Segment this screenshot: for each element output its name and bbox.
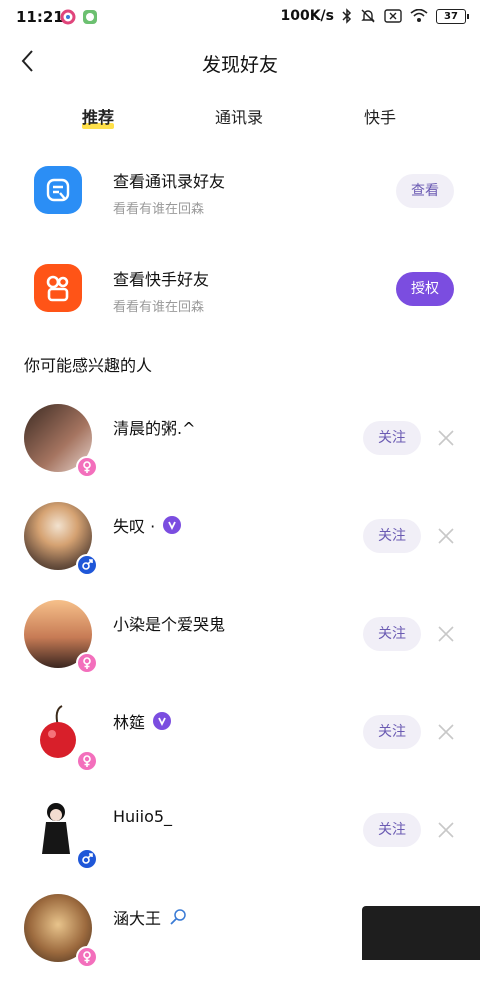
list-item[interactable]: 小染是个爱哭鬼 关注 bbox=[0, 596, 480, 694]
person-name: 清晨的粥.^ bbox=[113, 419, 196, 438]
female-gender-icon bbox=[76, 750, 98, 772]
dismiss-close-icon[interactable] bbox=[436, 624, 456, 644]
battery-icon: 37 bbox=[436, 8, 469, 24]
tab-kuaishou[interactable]: 快手 bbox=[364, 104, 396, 128]
female-gender-icon bbox=[76, 456, 98, 478]
person-name: 林筵 bbox=[113, 713, 146, 732]
kuaishou-friends-row[interactable]: 查看快手好友 看看有谁在回森 授权 bbox=[0, 258, 480, 324]
contacts-friends-title: 查看通讯录好友 bbox=[113, 172, 226, 191]
person-name: 涵大王 bbox=[113, 909, 162, 928]
kuaishou-friends-subtitle: 看看有谁在回森 bbox=[113, 300, 205, 315]
authorize-button[interactable]: 授权 bbox=[396, 272, 454, 306]
dismiss-close-icon[interactable] bbox=[436, 526, 456, 546]
list-item[interactable]: 林筵 关注 bbox=[0, 694, 480, 792]
list-item[interactable]: 清晨的粥.^ 关注 bbox=[0, 400, 480, 498]
wifi-icon bbox=[410, 9, 428, 22]
notification-app-icon-2 bbox=[83, 10, 97, 24]
section-title: 你可能感兴趣的人 bbox=[24, 356, 153, 375]
nav-bar: 发现好友 bbox=[0, 40, 480, 84]
person-name: 小染是个爱哭鬼 bbox=[113, 615, 226, 634]
floating-overlay bbox=[362, 906, 480, 960]
verified-badge-icon bbox=[163, 516, 182, 534]
contacts-friends-row[interactable]: 查看通讯录好友 看看有谁在回森 查看 bbox=[0, 160, 480, 226]
dismiss-close-icon[interactable] bbox=[436, 820, 456, 840]
dismiss-close-icon[interactable] bbox=[436, 428, 456, 448]
contacts-app-icon bbox=[34, 166, 82, 214]
sim-icon bbox=[384, 9, 402, 23]
bluetooth-icon bbox=[342, 8, 352, 24]
network-speed: 100K/s bbox=[280, 8, 334, 24]
verified-badge-icon bbox=[153, 712, 172, 730]
badminton-racket-icon bbox=[170, 909, 186, 925]
contacts-friends-subtitle: 看看有谁在回森 bbox=[113, 202, 205, 217]
male-gender-icon bbox=[76, 554, 98, 576]
follow-button[interactable]: 关注 bbox=[363, 813, 421, 847]
tab-contacts[interactable]: 通讯录 bbox=[215, 104, 263, 128]
dismiss-close-icon[interactable] bbox=[436, 722, 456, 742]
follow-button[interactable]: 关注 bbox=[363, 617, 421, 651]
kuaishou-friends-title: 查看快手好友 bbox=[113, 270, 210, 289]
tab-bar: 推荐 通讯录 快手 bbox=[0, 100, 480, 134]
male-gender-icon bbox=[76, 848, 98, 870]
follow-button[interactable]: 关注 bbox=[363, 421, 421, 455]
mute-icon bbox=[361, 9, 375, 23]
view-contacts-button[interactable]: 查看 bbox=[396, 174, 454, 208]
follow-button[interactable]: 关注 bbox=[363, 715, 421, 749]
list-item[interactable]: 失叹 · 关注 bbox=[0, 498, 480, 596]
tab-recommend[interactable]: 推荐 bbox=[82, 104, 115, 129]
list-item[interactable]: Huiio5_ 关注 bbox=[0, 792, 480, 890]
person-name: 失叹 · bbox=[113, 517, 156, 536]
kuaishou-app-icon bbox=[34, 264, 82, 312]
status-time: 11:21 bbox=[16, 8, 64, 26]
notification-app-icon bbox=[60, 9, 76, 25]
female-gender-icon bbox=[76, 652, 98, 674]
female-gender-icon bbox=[76, 946, 98, 968]
page-title: 发现好友 bbox=[201, 54, 278, 76]
status-bar: 11:21 100K/s 37 bbox=[0, 0, 480, 34]
follow-button[interactable]: 关注 bbox=[363, 519, 421, 553]
person-name: Huiio5_ bbox=[113, 807, 173, 826]
